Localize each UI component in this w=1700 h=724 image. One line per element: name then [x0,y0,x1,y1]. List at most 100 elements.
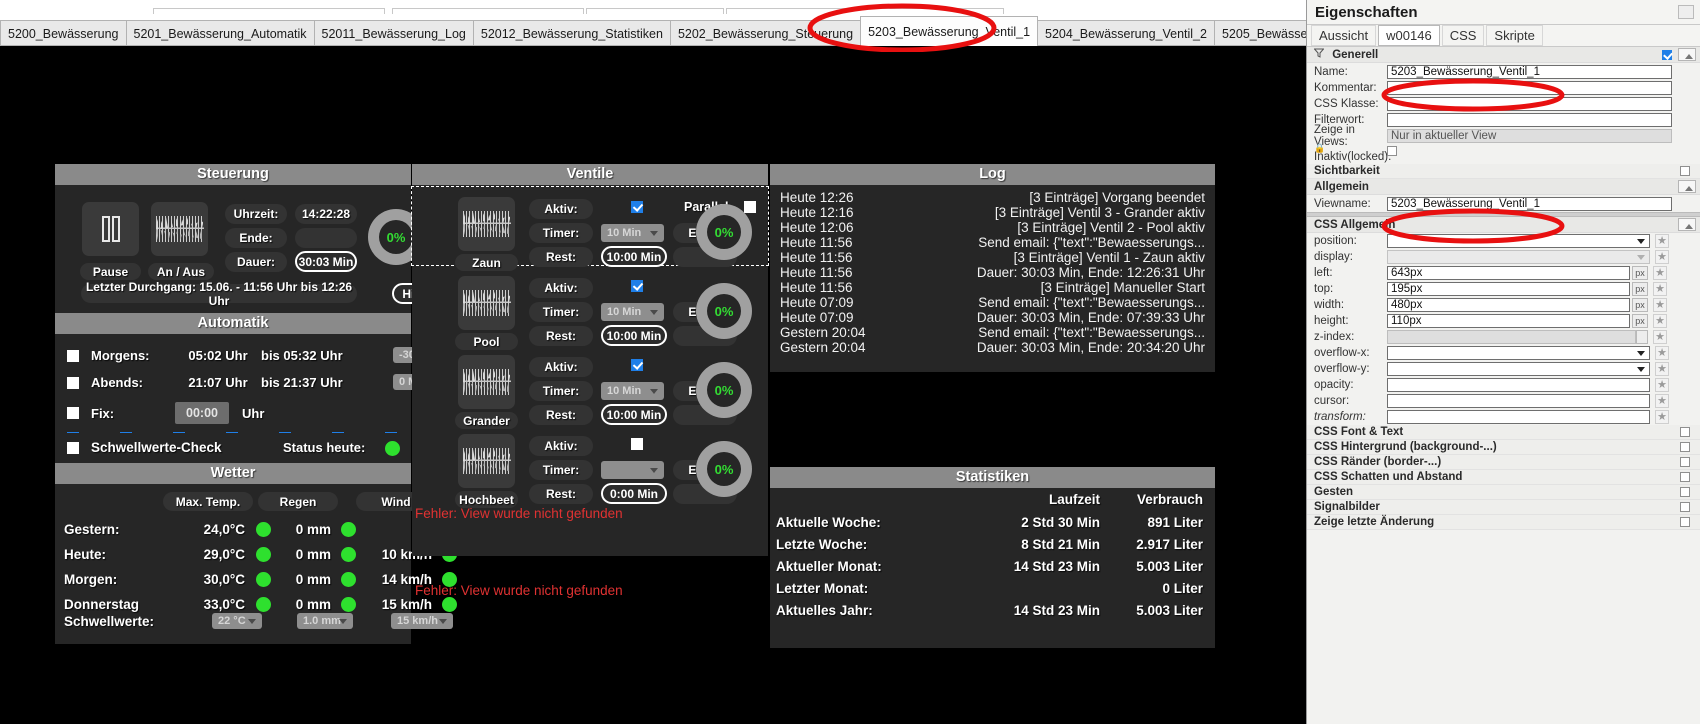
ventile-timer-select[interactable]: 10 Min [601,382,664,400]
tab-3[interactable]: 52012_Bewässerung_Statistiken [472,20,671,46]
ventile-rest-value[interactable]: 10:00 Min [601,246,667,267]
properties-tab-0[interactable]: Aussicht [1311,25,1377,46]
wetter-day: Morgen: [64,572,118,587]
css-select[interactable] [1387,362,1650,376]
properties-resize-grip[interactable] [1678,5,1694,19]
css-allgemein-collapse-arrow[interactable] [1678,218,1696,231]
ventile-rest-value[interactable]: 10:00 Min [601,404,667,425]
properties-section-3[interactable]: CSS Schatten und Abstand [1307,470,1700,485]
css-favorite-star[interactable]: ★ [1653,282,1667,296]
tab-1[interactable]: 5201_Bewässerung_Automatik [125,20,315,46]
properties-section-2[interactable]: CSS Ränder (border-...) [1307,455,1700,470]
threshold-rain-select[interactable]: 1.0 mm [297,613,353,629]
properties-section-checkbox[interactable] [1680,487,1690,497]
filterwort-input[interactable] [1387,113,1672,127]
css-favorite-star[interactable]: ★ [1655,250,1669,264]
ventile-icon-button[interactable] [458,434,515,488]
css-favorite-star[interactable]: ★ [1655,234,1669,248]
tab-5[interactable]: 5203_Bewässerung_Ventil_1 [860,16,1039,46]
ventile-icon-button[interactable] [458,276,515,330]
properties-tab-3[interactable]: Skripte [1486,25,1543,46]
css-favorite-star[interactable]: ★ [1655,346,1669,360]
tab-0[interactable]: 5200_Bewässerung [0,20,127,46]
ventile-timer-select[interactable] [601,461,664,479]
fix-time-input[interactable]: 00:00 [175,402,229,424]
ventile-rest-value[interactable]: 0:00 Min [601,483,667,504]
properties-section-checkbox[interactable] [1680,442,1690,452]
css-favorite-star[interactable]: ★ [1655,362,1669,376]
tab-4[interactable]: 5202_Bewässerung_Steuerung [669,20,862,46]
section-generell[interactable]: Generell [1307,47,1700,63]
css-favorite-star[interactable]: ★ [1655,410,1669,424]
cssklasse-input[interactable] [1387,97,1672,111]
inaktiv-checkbox[interactable] [1387,146,1397,156]
css-input[interactable] [1387,378,1650,392]
css-input[interactable]: 643px [1387,266,1630,280]
views-value[interactable]: Nur in aktueller View [1387,129,1672,143]
css-favorite-star[interactable]: ★ [1653,266,1667,280]
ventile-rest-value[interactable]: 10:00 Min [601,325,667,346]
properties-section-checkbox[interactable] [1680,457,1690,467]
threshold-wind-select[interactable]: 15 km/h [391,613,453,629]
pause-button[interactable] [82,202,139,256]
allgemein-collapse-arrow[interactable] [1678,180,1696,193]
ventile-row-3[interactable]: HochbeetAktiv:Timer:Ende:Rest:0:00 Min0% [412,424,768,508]
css-select[interactable] [1387,234,1650,248]
properties-section-5[interactable]: Signalbilder [1307,500,1700,515]
abends-checkbox[interactable] [67,376,79,389]
tab-2[interactable]: 52011_Bewässerung_Log [313,20,474,46]
ventile-timer-select[interactable]: 10 Min [601,303,664,321]
tab-6[interactable]: 5204_Bewässerung_Ventil_2 [1037,20,1215,46]
css-favorite-star[interactable]: ★ [1653,330,1667,344]
css-input[interactable] [1387,410,1650,424]
ventile-icon-button[interactable] [458,355,515,409]
section-sichtbarkeit[interactable]: Sichtbarkeit [1307,164,1700,179]
properties-section-checkbox[interactable] [1680,472,1690,482]
threshold-temp-select[interactable]: 22 °C [212,613,262,629]
properties-section-4[interactable]: Gesten [1307,485,1700,500]
onoff-button[interactable] [151,202,208,256]
ventile-row-1[interactable]: PoolAktiv:Timer:10 MinEnde:Rest:10:00 Mi… [412,266,768,350]
generell-checkbox[interactable] [1662,50,1672,60]
css-input[interactable]: 110px [1387,314,1630,328]
properties-section-checkbox[interactable] [1680,427,1690,437]
ventile-aktiv-checkbox[interactable] [631,280,643,292]
css-input[interactable] [1387,394,1650,408]
css-favorite-star[interactable]: ★ [1653,314,1667,328]
properties-tab-1[interactable]: w00146 [1378,25,1440,46]
sichtbarkeit-checkbox[interactable] [1680,166,1690,176]
section-allgemein[interactable]: Allgemein [1307,179,1700,195]
panel-ventile-body: ZaunAktiv:ParallelTimer:10 MinEnde:Rest:… [411,185,769,556]
ventile-icon-button[interactable] [458,197,515,251]
properties-section-checkbox[interactable] [1680,502,1690,512]
morgens-checkbox[interactable] [67,349,79,362]
ventile-timer-select[interactable]: 10 Min [601,224,664,242]
properties-section-6[interactable]: Zeige letzte Änderung [1307,515,1700,530]
properties-section-checkbox[interactable] [1680,517,1690,527]
schwellwerte-checkbox[interactable] [67,442,79,454]
css-input[interactable]: 480px [1387,298,1630,312]
css-input[interactable] [1387,330,1636,344]
ventile-row-2[interactable]: GranderAktiv:Timer:10 MinEnde:Rest:10:00… [412,345,768,429]
ventile-row-0[interactable]: ZaunAktiv:ParallelTimer:10 MinEnde:Rest:… [411,186,769,271]
kommentar-input[interactable] [1387,81,1672,95]
properties-section-1[interactable]: CSS Hintergrund (background-...) [1307,440,1700,455]
css-favorite-star[interactable]: ★ [1653,298,1667,312]
dauer-value[interactable]: 30:03 Min [295,251,357,272]
section-css-allgemein[interactable]: CSS Allgemein [1307,217,1700,233]
ventile-aktiv-checkbox[interactable] [631,201,643,213]
viewname-input[interactable]: 5203_Bewässerung_Ventil_1 [1387,196,1672,211]
generell-collapse-arrow[interactable] [1678,48,1696,61]
css-select[interactable] [1387,250,1650,264]
css-select[interactable] [1387,346,1650,360]
css-favorite-star[interactable]: ★ [1655,394,1669,408]
ventile-aktiv-checkbox[interactable] [631,438,643,450]
name-input[interactable]: 5203_Bewässerung_Ventil_1 [1387,64,1672,79]
css-input[interactable]: 195px [1387,282,1630,296]
css-spinner[interactable] [1636,330,1648,344]
fix-checkbox[interactable] [67,407,79,419]
properties-section-0[interactable]: CSS Font & Text [1307,425,1700,440]
css-favorite-star[interactable]: ★ [1655,378,1669,392]
ventile-aktiv-checkbox[interactable] [631,359,643,371]
properties-tab-2[interactable]: CSS [1441,25,1485,46]
